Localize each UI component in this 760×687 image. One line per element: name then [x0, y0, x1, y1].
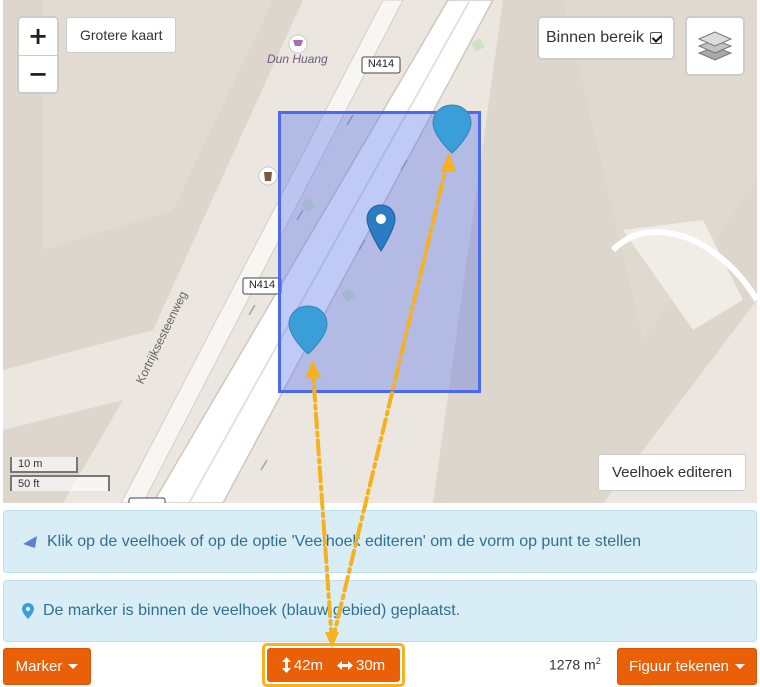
marker-bottom-left-icon[interactable] [288, 304, 328, 356]
area-unit-sup: 2 [595, 656, 601, 666]
area-readout: 1278 m2 [549, 656, 601, 673]
caret-down-icon [735, 664, 746, 669]
marker-status-panel: De marker is binnen de veelhoek (blauw g… [3, 580, 757, 642]
map-pin-icon [22, 603, 34, 619]
height-value: 42m [293, 656, 323, 674]
center-marker-icon[interactable] [366, 203, 396, 253]
marker-dropdown-button[interactable]: Marker [3, 648, 91, 685]
vertical-arrows-icon [281, 657, 291, 673]
polygon-icon [22, 535, 38, 549]
marker-dropdown-label: Marker [15, 658, 63, 675]
zoom-control: + − [17, 16, 59, 94]
in-range-checkbox[interactable] [649, 32, 662, 44]
layers-button[interactable] [685, 16, 745, 76]
measurement-box: 42m 30m [262, 643, 405, 687]
larger-map-button[interactable]: Grotere kaart [66, 17, 177, 53]
polygon-hint-panel: Klik op de veelhoek of op de optie 'Veel… [3, 510, 757, 573]
marker-top-right-icon[interactable] [432, 103, 472, 155]
measurement-display: 42m 30m [267, 648, 400, 682]
map-view[interactable]: Dun Huang N414 N414 Kortrijksesteenweg +… [3, 0, 757, 503]
in-range-label: Binnen bereik [546, 29, 644, 46]
draw-figure-label: Figuur tekenen [628, 658, 730, 675]
map-scale: 10 m 50 ft [10, 457, 110, 491]
scale-imperial: 50 ft [10, 475, 110, 491]
poi-label: Dun Huang [267, 52, 328, 66]
draw-figure-button[interactable]: Figuur tekenen [617, 648, 757, 685]
caret-down-icon [68, 664, 79, 669]
zoom-out-button[interactable]: − [19, 55, 57, 92]
road-label-top: N414 [367, 58, 395, 70]
area-value: 1278 m [549, 656, 596, 673]
zoom-in-button[interactable]: + [19, 18, 57, 55]
polygon-hint-text: Klik op de veelhoek of op de optie 'Veel… [47, 532, 642, 550]
in-range-toggle[interactable]: Binnen bereik [537, 16, 675, 60]
horizontal-arrows-icon [337, 660, 353, 670]
road-label-mid: N414 [248, 279, 276, 291]
layers-icon [697, 31, 733, 61]
edit-polygon-button[interactable]: Veelhoek editeren [598, 454, 747, 491]
width-value: 30m [356, 656, 386, 674]
marker-status-text: De marker is binnen de veelhoek (blauw g… [43, 602, 461, 619]
scale-metric: 10 m [10, 457, 78, 473]
